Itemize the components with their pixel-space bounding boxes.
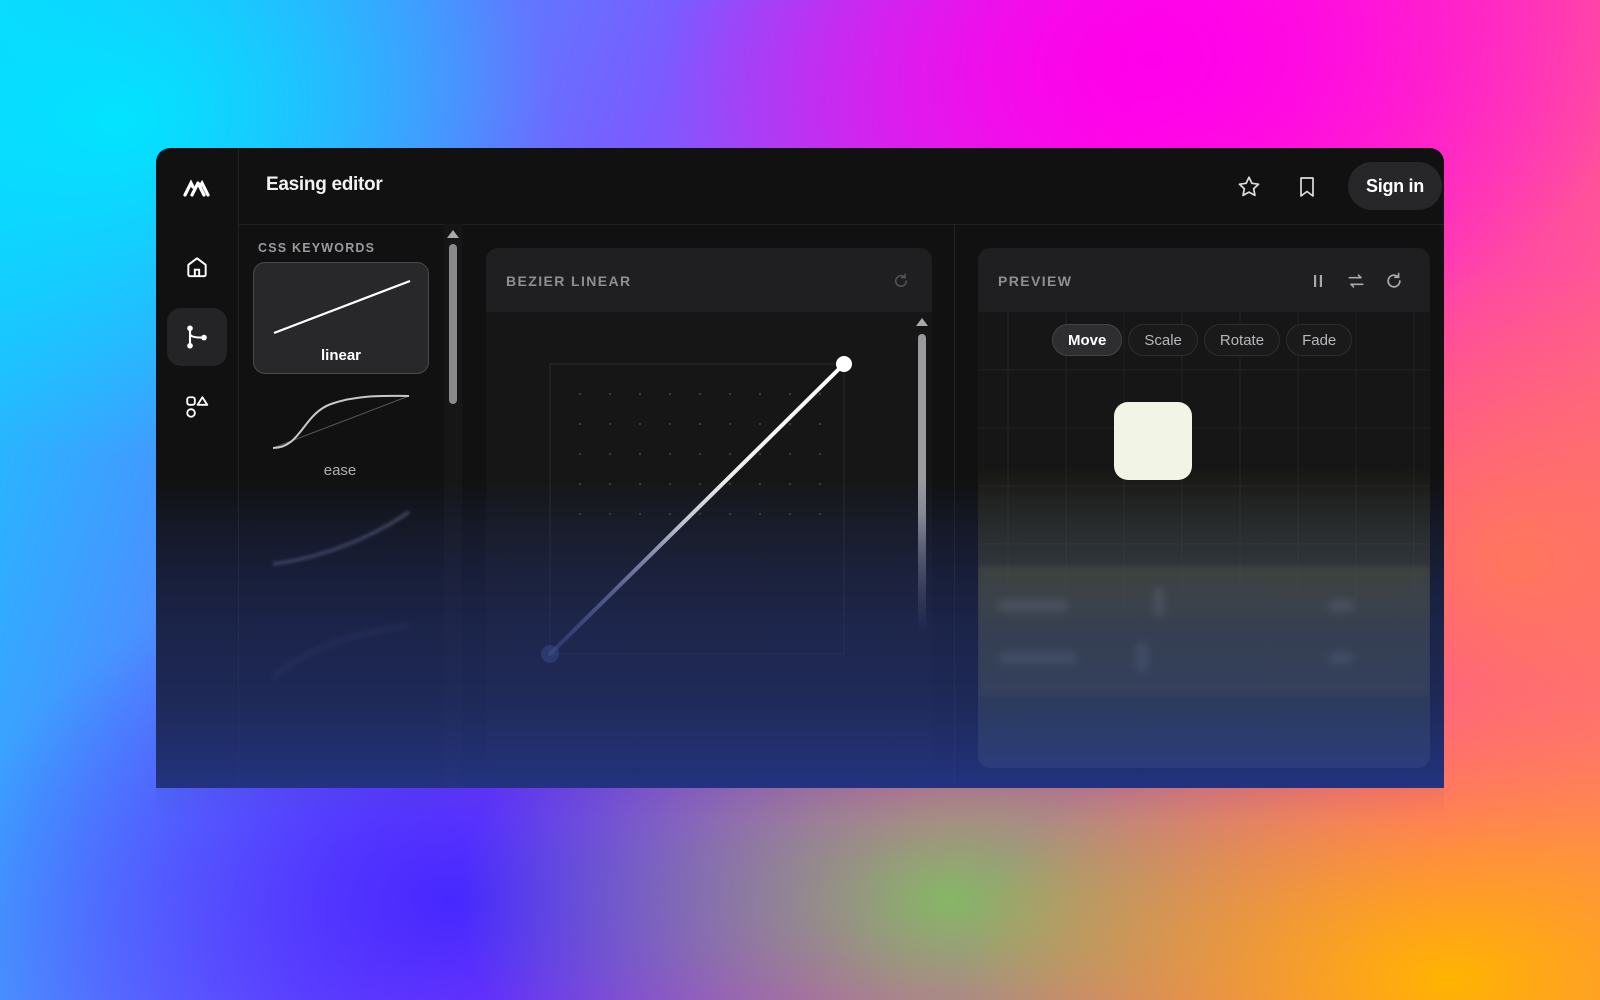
tab-scale[interactable]: Scale: [1128, 324, 1198, 356]
preview-tabs: Move Scale Rotate Fade: [1052, 324, 1353, 356]
page-title: Easing editor: [266, 174, 383, 195]
rail-home-button[interactable]: [167, 238, 227, 296]
preview-square: [1114, 402, 1192, 480]
star-icon: [1238, 176, 1260, 197]
bookmark-icon: [1300, 177, 1314, 197]
window-bottom-fade: [156, 478, 1444, 788]
scroll-up-arrow[interactable]: [447, 230, 459, 238]
top-bar: Easing editor Sign in: [238, 148, 1444, 225]
bezier-panel-header: BEZIER LINEAR: [486, 248, 932, 312]
scroll-thumb[interactable]: [449, 244, 457, 404]
scroll-up-arrow[interactable]: [916, 318, 928, 326]
repeat-icon[interactable]: [1346, 271, 1366, 291]
refresh-icon[interactable]: [892, 272, 910, 290]
home-icon: [187, 257, 207, 278]
pause-icon[interactable]: [1310, 272, 1326, 290]
favorite-button[interactable]: [1234, 172, 1264, 202]
ease-curve-thumbnail: [272, 394, 410, 449]
keyword-card-ease[interactable]: ease: [253, 378, 427, 488]
logo-icon: [183, 179, 210, 197]
keyword-card-linear[interactable]: linear: [253, 262, 429, 374]
preview-title: PREVIEW: [998, 273, 1073, 289]
rail-curves-button[interactable]: [167, 308, 227, 366]
app-window: Easing editor Sign in CSS KEYWORDS linea…: [156, 148, 1444, 788]
linear-curve-thumbnail: [273, 279, 411, 335]
preview-panel-header: PREVIEW: [978, 248, 1430, 312]
bookmark-button[interactable]: [1292, 172, 1322, 202]
refresh-icon[interactable]: [1384, 271, 1404, 291]
rail-shapes-button[interactable]: [167, 378, 227, 436]
branch-icon: [187, 325, 207, 349]
sign-in-button[interactable]: Sign in: [1348, 162, 1442, 210]
end-point-handle: [836, 356, 852, 372]
shapes-icon: [186, 396, 209, 418]
keyword-label: ease: [323, 462, 357, 479]
bezier-title: BEZIER LINEAR: [506, 273, 632, 289]
keywords-section-label: CSS KEYWORDS: [258, 241, 376, 255]
tab-move[interactable]: Move: [1052, 324, 1123, 356]
tab-rotate[interactable]: Rotate: [1203, 324, 1281, 356]
tab-fade[interactable]: Fade: [1286, 324, 1353, 356]
keyword-label: linear: [320, 347, 362, 364]
